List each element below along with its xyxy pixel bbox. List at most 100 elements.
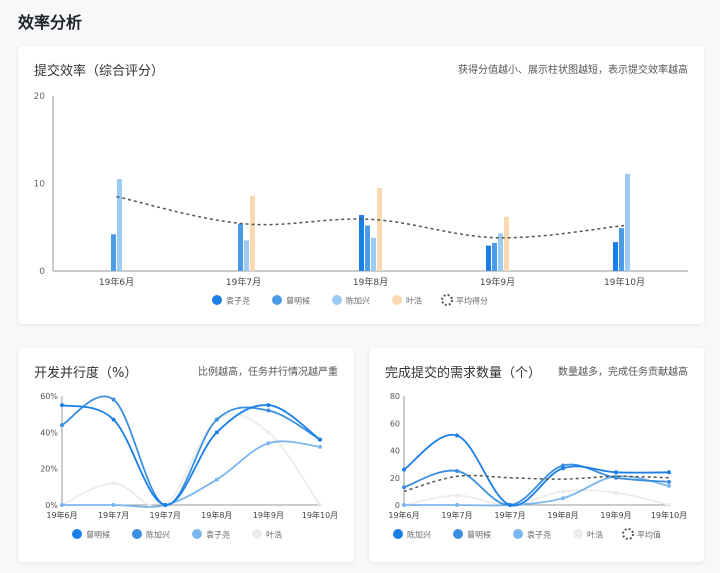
data-point	[561, 489, 565, 494]
data-point	[60, 503, 64, 507]
data-point	[614, 490, 618, 495]
legend-marker	[132, 529, 142, 539]
data-point	[318, 503, 322, 507]
data-point	[561, 466, 565, 471]
x-tick-label: 19年10月	[302, 510, 338, 520]
data-point	[455, 493, 459, 498]
data-point	[163, 503, 168, 507]
legend-label: 曾明候	[467, 530, 491, 540]
chart-legend: 曾明候 陈加兴 袁子尧 叶浩	[72, 529, 282, 540]
x-tick-label: 19年8月	[201, 510, 232, 520]
legend-marker	[192, 529, 202, 539]
bar	[625, 173, 630, 271]
average-line	[403, 474, 670, 493]
data-point	[214, 477, 219, 482]
data-point	[614, 470, 618, 475]
series-line	[61, 395, 321, 506]
data-point	[402, 485, 406, 490]
completed-demands-chart: 0 20 40 60 80 19年6月 19年7月 19年7月 19年8月 19年9月 19年10月…	[388, 392, 687, 540]
data-point	[111, 481, 116, 486]
legend-label: 陈加兴	[146, 530, 170, 540]
bar	[244, 240, 249, 271]
x-tick-label: 19年6月	[99, 276, 134, 288]
y-tick-label: 10	[34, 180, 46, 190]
legend-label: 叶浩	[266, 530, 282, 540]
data-point	[214, 430, 219, 435]
data-point	[667, 483, 671, 488]
data-point	[111, 397, 116, 402]
data-point	[402, 467, 406, 472]
bar	[371, 237, 376, 271]
y-tick-label: 20%	[40, 465, 58, 474]
legend-marker	[441, 294, 453, 306]
data-point	[266, 430, 271, 435]
bar	[504, 216, 509, 271]
legend-label: 陈加兴	[407, 530, 431, 540]
bar	[486, 245, 491, 271]
data-point	[455, 503, 459, 507]
bar	[377, 187, 382, 271]
bar	[613, 242, 618, 271]
x-tick-label: 19年10月	[604, 276, 645, 288]
data-point	[667, 479, 671, 484]
x-tick-label: 19年8月	[547, 510, 578, 520]
data-point	[214, 417, 219, 422]
legend-label: 袁子尧	[527, 530, 551, 540]
legend-label: 袁子尧	[206, 530, 230, 540]
legend-marker	[393, 529, 403, 539]
legend-marker	[272, 295, 282, 305]
x-tick-label: 19年8月	[353, 276, 388, 288]
series-line	[61, 404, 321, 506]
data-point	[318, 437, 322, 442]
legend-label: 陈加兴	[346, 296, 370, 306]
legend-marker	[392, 295, 402, 305]
data-point	[402, 503, 406, 507]
parallelism-card: 开发并行度（%） 比例越高，任务并行情况越严重 0% 20% 40% 60% 19年6月…	[18, 348, 354, 562]
x-tick-label: 19年10月	[651, 510, 687, 520]
data-point	[60, 403, 64, 408]
y-tick-label: 40	[390, 447, 400, 456]
x-tick-label: 19年7月	[441, 510, 472, 520]
y-tick-label: 0%	[45, 501, 58, 510]
bar	[238, 223, 243, 271]
chart-legend: 袁子尧 曾明候 陈加兴 叶浩 平均得分	[212, 294, 488, 306]
legend-marker	[573, 529, 583, 539]
y-tick-label: 40%	[40, 428, 58, 437]
x-tick-label: 19年6月	[388, 510, 419, 520]
x-tick-label: 19年7月	[150, 510, 181, 520]
data-point	[266, 441, 271, 446]
bar	[250, 195, 255, 271]
legend-marker	[212, 295, 222, 305]
parallelism-chart: 0% 20% 40% 60% 19年6月 19年7月 19年7月 19年8月 19年9月 19年1…	[40, 392, 338, 540]
x-tick-label: 19年7月	[98, 510, 129, 520]
x-tick-label: 19年6月	[46, 510, 77, 520]
data-point	[266, 403, 271, 408]
y-tick-label: 0	[39, 267, 45, 277]
legend-marker	[453, 529, 463, 539]
legend-marker	[72, 529, 82, 539]
data-point	[455, 468, 459, 473]
y-tick-label: 0	[395, 501, 400, 510]
y-tick-label: 20	[34, 92, 46, 102]
data-point	[455, 433, 459, 438]
bar	[498, 233, 503, 271]
series-line	[61, 413, 321, 509]
chart-legend: 陈加兴 曾明候 袁子尧 叶浩 平均值	[393, 528, 661, 540]
y-tick-label: 60%	[40, 392, 58, 401]
data-point	[561, 496, 565, 501]
y-tick-label: 80	[390, 392, 400, 401]
x-tick-label: 19年7月	[494, 510, 525, 520]
x-tick-label: 19年9月	[600, 510, 631, 520]
page-title: 效率分析	[18, 13, 83, 32]
data-point	[111, 417, 116, 422]
data-point	[508, 503, 512, 507]
legend-label: 叶浩	[587, 530, 603, 540]
legend-label: 平均值	[637, 530, 661, 540]
legend-label: 叶浩	[406, 296, 422, 306]
bar	[619, 228, 624, 271]
y-tick-label: 20	[390, 474, 400, 483]
legend-label: 曾明候	[86, 530, 110, 540]
legend-label: 平均得分	[456, 296, 488, 306]
data-point	[667, 503, 671, 507]
completed-demands-card: 完成提交的需求数量（个） 数量越多，完成任务贡献越高 0 20 40 60 80 19年6…	[369, 348, 704, 562]
